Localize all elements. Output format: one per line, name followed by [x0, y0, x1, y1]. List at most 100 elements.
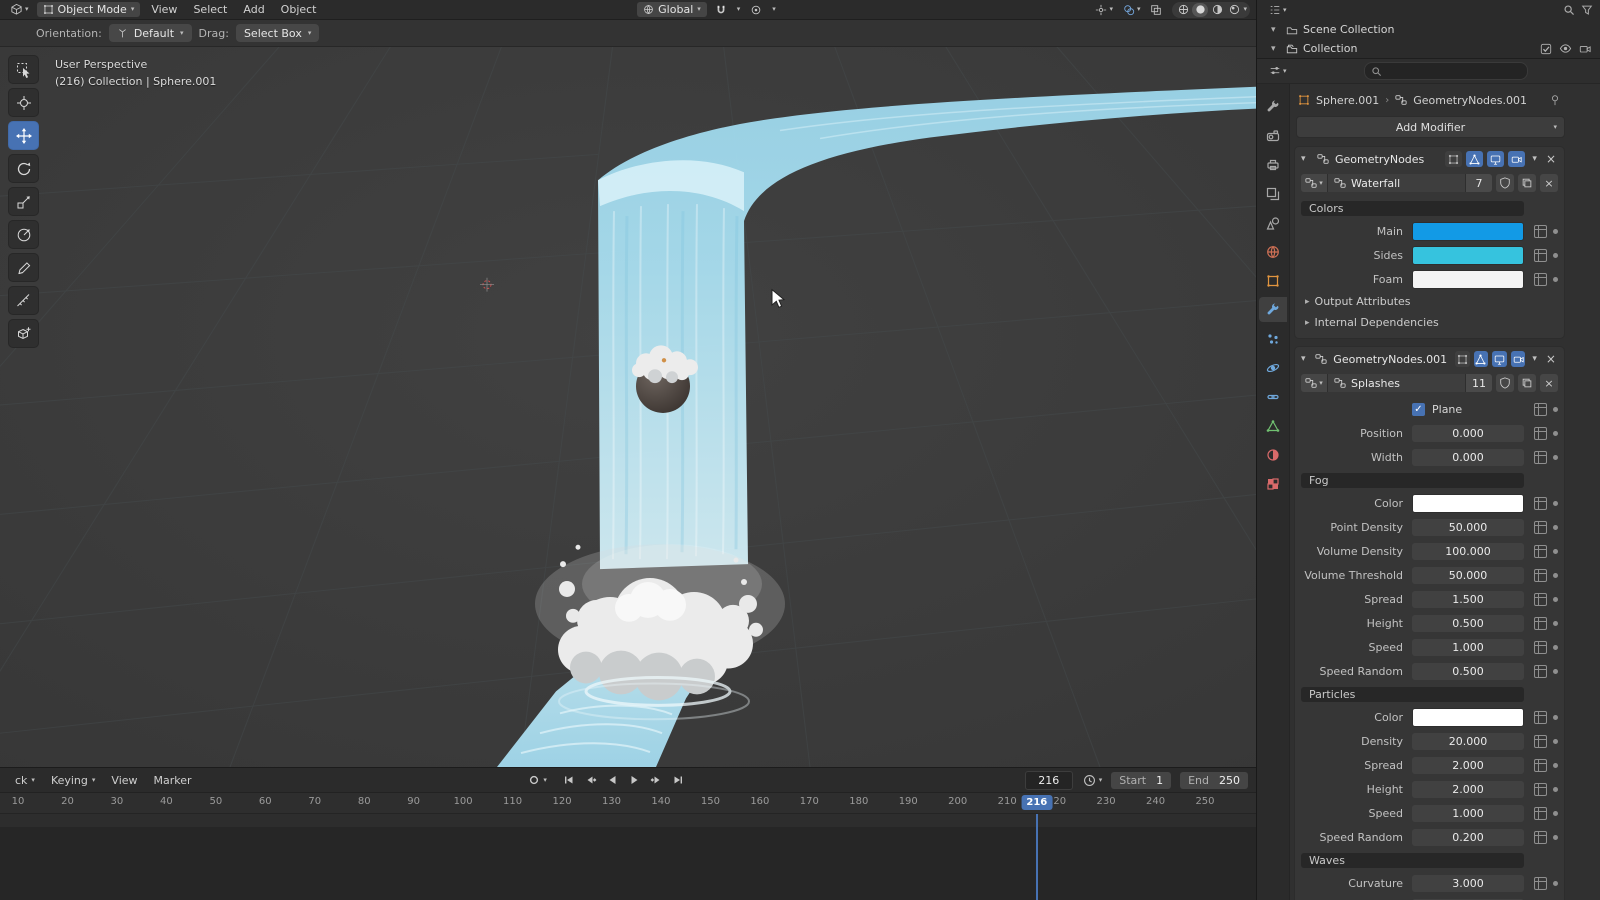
animate-property-icon[interactable]: [1534, 402, 1547, 416]
camera-icon[interactable]: [1579, 43, 1591, 55]
shading-rendered-button[interactable]: [1226, 3, 1242, 17]
timeline-ruler[interactable]: 10 20 30 40 50 60 70 80 90 100 110 120 130 140 150 160 1…: [0, 793, 1256, 814]
outliner-editor-dropdown[interactable]: ▾: [1265, 4, 1291, 16]
decorate-icon[interactable]: [1553, 572, 1558, 578]
browse-node-group-button[interactable]: ▾: [1301, 174, 1328, 192]
shading-dropdown-icon[interactable]: ▾: [1243, 6, 1247, 13]
tool-transform-button[interactable]: [8, 220, 39, 249]
color-swatch[interactable]: [1412, 493, 1524, 513]
color-swatch[interactable]: [1412, 245, 1524, 265]
number-field[interactable]: 1.000: [1412, 804, 1524, 822]
decorate-icon[interactable]: [1553, 620, 1558, 626]
modifier-extras-icon[interactable]: ▾: [1529, 154, 1540, 164]
filter-icon[interactable]: [1581, 4, 1593, 16]
display-realtime-toggle[interactable]: [1487, 151, 1505, 167]
decorate-icon[interactable]: [1553, 430, 1558, 436]
animate-property-icon[interactable]: [1534, 450, 1547, 464]
shading-solid-button[interactable]: [1192, 2, 1209, 17]
pin-icon[interactable]: [1549, 94, 1561, 106]
decorate-icon[interactable]: [1553, 714, 1558, 720]
number-field[interactable]: 0.000: [1412, 448, 1524, 466]
prev-keyframe-button[interactable]: [581, 771, 601, 789]
outliner-row-collection[interactable]: ▾ Collection: [1257, 39, 1600, 58]
number-field[interactable]: 20.000: [1412, 732, 1524, 750]
display-edit-mode-toggle[interactable]: [1466, 151, 1484, 167]
number-field[interactable]: 50.000: [1412, 566, 1524, 584]
collapsed-subpanel[interactable]: ▸ Output Attributes: [1295, 291, 1564, 312]
display-render-toggle[interactable]: [1508, 151, 1526, 167]
search-icon[interactable]: [1563, 4, 1575, 16]
shading-material-button[interactable]: [1209, 3, 1225, 17]
decorate-icon[interactable]: [1553, 548, 1558, 554]
animate-property-icon[interactable]: [1534, 568, 1547, 582]
checkbox[interactable]: ✓: [1412, 402, 1425, 416]
menu-view[interactable]: View: [144, 0, 184, 19]
checkbox-icon[interactable]: [1540, 43, 1552, 55]
node-group-users-count[interactable]: 7: [1465, 174, 1492, 192]
tool-move-button[interactable]: [8, 121, 39, 150]
timeline-tracks[interactable]: [0, 814, 1256, 900]
color-swatch[interactable]: [1412, 221, 1524, 241]
play-reverse-button[interactable]: [603, 771, 623, 789]
outliner-row-scene-collection[interactable]: ▾ Scene Collection: [1257, 20, 1600, 39]
decorate-icon[interactable]: [1553, 644, 1558, 650]
decorate-icon[interactable]: [1553, 738, 1558, 744]
modifier-extras-icon[interactable]: ▾: [1529, 354, 1540, 364]
proportional-edit-toggle[interactable]: [746, 4, 766, 16]
animate-property-icon[interactable]: [1534, 592, 1547, 606]
animate-property-icon[interactable]: [1534, 426, 1547, 440]
unlink-icon[interactable]: ×: [1540, 374, 1558, 392]
properties-editor-dropdown[interactable]: ▾: [1265, 65, 1291, 77]
next-keyframe-button[interactable]: [647, 771, 667, 789]
number-field[interactable]: 1.000: [1412, 638, 1524, 656]
snap-toggle[interactable]: [711, 4, 731, 16]
fake-user-shield-icon[interactable]: [1496, 374, 1514, 392]
browse-node-group-button[interactable]: ▾: [1301, 374, 1328, 392]
node-group-users-count[interactable]: 11: [1465, 374, 1492, 392]
number-field[interactable]: 100.000: [1412, 542, 1524, 560]
decorate-icon[interactable]: [1553, 762, 1558, 768]
modifier-name[interactable]: GeometryNodes.001: [1333, 353, 1447, 366]
menu-marker[interactable]: Marker: [147, 774, 199, 787]
menu-playback[interactable]: ck ▾: [8, 774, 42, 787]
chevron-down-icon[interactable]: ▾: [1271, 25, 1281, 35]
number-field[interactable]: 3.000: [1412, 874, 1524, 892]
playback-sync-dropdown[interactable]: ▾: [1083, 774, 1102, 787]
animate-property-icon[interactable]: [1534, 806, 1547, 820]
current-frame-field[interactable]: 216: [1024, 770, 1073, 790]
frame-end-field[interactable]: End 250: [1180, 771, 1249, 789]
number-field[interactable]: 0.500: [1412, 662, 1524, 680]
properties-tab-render[interactable]: [1259, 123, 1287, 148]
properties-search-input[interactable]: [1363, 62, 1528, 80]
number-field[interactable]: 0.000: [1412, 424, 1524, 442]
number-field[interactable]: 50.000: [1412, 518, 1524, 536]
display-render-toggle[interactable]: [1510, 351, 1526, 367]
display-on-cage-toggle[interactable]: [1445, 151, 1463, 167]
number-field[interactable]: 0.500: [1412, 614, 1524, 632]
proportional-dropdown[interactable]: ▾: [768, 6, 780, 13]
animate-property-icon[interactable]: [1534, 496, 1547, 510]
tool-select-box-button[interactable]: [8, 55, 39, 84]
properties-tab-constraints[interactable]: [1259, 384, 1287, 409]
duplicate-icon[interactable]: [1518, 374, 1536, 392]
mode-dropdown[interactable]: Object Mode ▾: [36, 2, 141, 17]
decorate-icon[interactable]: [1553, 406, 1558, 412]
playhead[interactable]: [1035, 814, 1038, 900]
animate-property-icon[interactable]: [1534, 664, 1547, 678]
properties-tab-world[interactable]: [1259, 239, 1287, 264]
number-field[interactable]: 1.500: [1412, 590, 1524, 608]
breadcrumb-modifier[interactable]: GeometryNodes.001: [1413, 94, 1527, 107]
node-group-name-field[interactable]: Waterfall: [1328, 174, 1465, 192]
animate-property-icon[interactable]: [1534, 876, 1547, 890]
decorate-icon[interactable]: [1553, 810, 1558, 816]
animate-property-icon[interactable]: [1534, 710, 1547, 724]
color-swatch[interactable]: [1412, 707, 1524, 727]
chevron-down-icon[interactable]: ▾: [1271, 44, 1281, 54]
expand-modifier-icon[interactable]: ▾: [1301, 154, 1313, 164]
decorate-icon[interactable]: [1553, 524, 1558, 530]
shading-wireframe-button[interactable]: [1175, 3, 1191, 17]
display-edit-mode-toggle[interactable]: [1473, 351, 1489, 367]
properties-tab-modifiers[interactable]: [1259, 297, 1287, 322]
decorate-icon[interactable]: [1553, 454, 1558, 460]
decorate-icon[interactable]: [1553, 252, 1558, 258]
